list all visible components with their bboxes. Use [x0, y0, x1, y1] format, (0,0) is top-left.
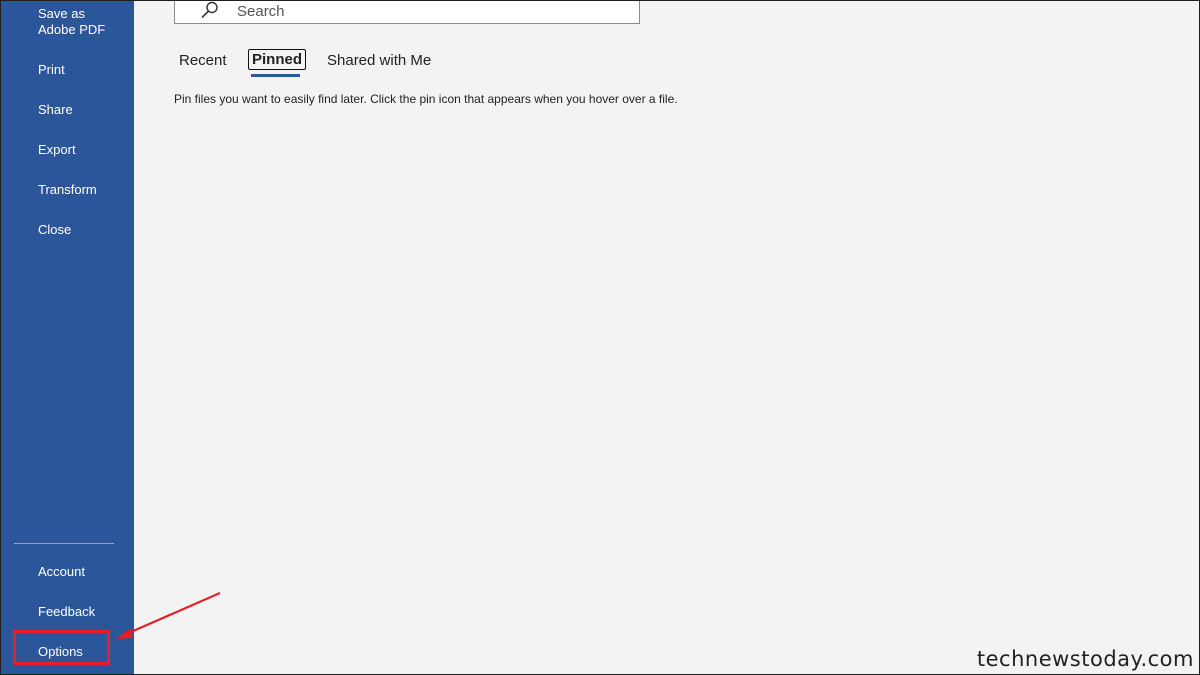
tab-selected-underline [251, 74, 300, 77]
sidebar-item-close[interactable]: Close [38, 222, 71, 238]
search-icon [201, 1, 218, 18]
sidebar-item-feedback[interactable]: Feedback [38, 604, 95, 620]
search-input[interactable] [237, 1, 617, 21]
sidebar-item-share[interactable]: Share [38, 102, 73, 118]
pinned-empty-hint: Pin files you want to easily find later.… [174, 92, 678, 106]
tab-shared-with-me[interactable]: Shared with Me [327, 52, 431, 69]
options-highlight-box [13, 630, 110, 665]
search-box[interactable] [174, 0, 640, 24]
annotation-arrow-icon [116, 591, 221, 639]
backstage-sidebar: Save as Adobe PDF Print Share Export Tra… [0, 0, 134, 675]
sidebar-item-export[interactable]: Export [38, 142, 76, 158]
sidebar-item-transform[interactable]: Transform [38, 182, 97, 198]
main-panel: Recent Pinned Shared with Me Pin files y… [134, 0, 1200, 675]
watermark: technewstoday.com [976, 647, 1194, 671]
tab-pinned[interactable]: Pinned [248, 49, 307, 70]
sidebar-item-save-as-adobe-pdf[interactable]: Save as Adobe PDF [38, 6, 124, 38]
sidebar-item-print[interactable]: Print [38, 62, 65, 78]
sidebar-divider [14, 543, 114, 544]
sidebar-item-account[interactable]: Account [38, 564, 85, 580]
tab-recent[interactable]: Recent [179, 52, 227, 69]
